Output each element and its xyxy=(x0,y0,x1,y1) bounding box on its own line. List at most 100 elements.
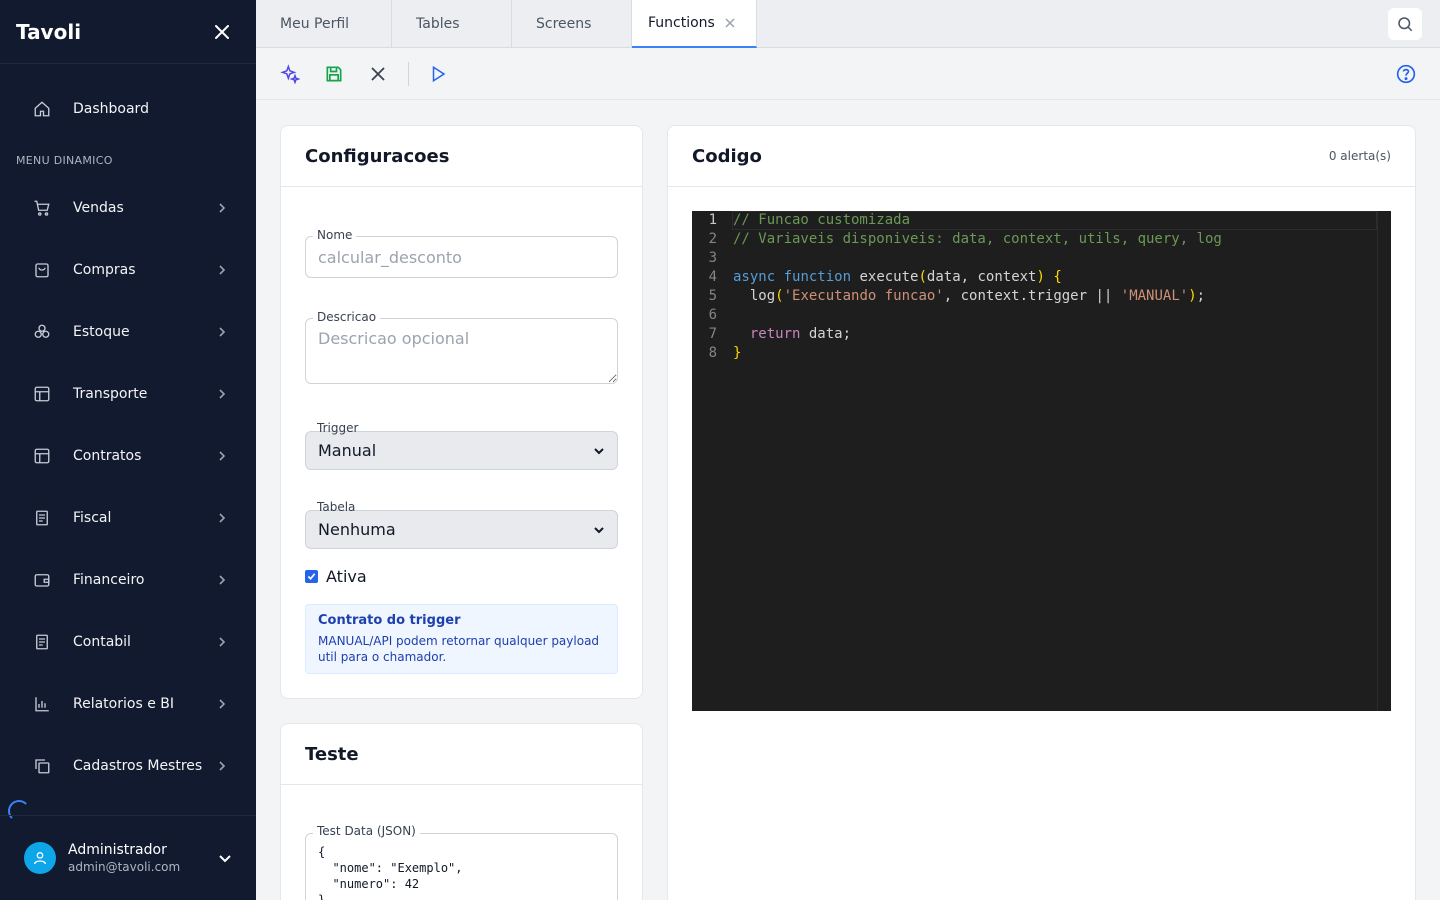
user-email: admin@tavoli.com xyxy=(68,860,181,874)
tab-functions[interactable]: Functions xyxy=(632,0,757,48)
sidebar-item-dashboard[interactable]: Dashboard xyxy=(0,88,256,130)
line-number: 7 xyxy=(708,326,717,342)
sidebar-item-label: Transporte xyxy=(73,386,148,402)
line-number: 3 xyxy=(708,250,717,266)
code-editor[interactable]: 1 // Funcao customizada 2 // Variaveis d… xyxy=(692,211,1391,711)
card-header: Teste xyxy=(281,724,642,785)
trigger-info-box: Contrato do trigger MANUAL/API podem ret… xyxy=(305,604,618,674)
sidebar-item-vendas[interactable]: Vendas xyxy=(0,177,256,239)
receipt-icon xyxy=(32,508,52,528)
tab-label: Meu Perfil xyxy=(280,16,350,32)
user-menu[interactable]: Administrador admin@tavoli.com xyxy=(0,815,256,900)
user-name: Administrador xyxy=(68,842,167,858)
home-icon xyxy=(32,99,52,119)
sidebar-item-label: Contabil xyxy=(73,634,131,650)
brand-logo: Tavoli xyxy=(16,19,82,44)
card-header: Configuracoes xyxy=(281,126,642,187)
sidebar-item-contratos[interactable]: Contratos xyxy=(0,425,256,487)
sidebar-item-contabil[interactable]: Contabil xyxy=(0,611,256,673)
close-icon xyxy=(371,67,385,81)
cart-icon xyxy=(32,198,52,218)
layout-icon xyxy=(32,446,52,466)
line-number: 5 xyxy=(708,288,717,304)
wallet-icon xyxy=(32,570,52,590)
code-line: 2 // Variaveis disponiveis: data, contex… xyxy=(692,230,1391,249)
user-icon xyxy=(34,852,46,865)
sidebar-item-transporte[interactable]: Transporte xyxy=(0,363,256,425)
sidebar-item-compras[interactable]: Compras xyxy=(0,239,256,301)
teste-card: Teste Test Data (JSON) { "nome": "Exempl… xyxy=(280,723,643,900)
nome-field: Nome xyxy=(305,228,618,278)
chevron-down-icon[interactable] xyxy=(218,851,232,865)
sidebar-item-label: Contratos xyxy=(73,448,142,464)
line-number: 2 xyxy=(708,231,717,247)
help-icon xyxy=(1396,64,1416,84)
toolbar-divider xyxy=(408,62,409,86)
sidebar-item-cadastros[interactable]: Cadastros Mestres xyxy=(0,735,256,797)
tab-bar: Meu Perfil Tables Screens Functions xyxy=(256,0,1440,48)
trigger-field: Trigger Manual xyxy=(305,421,618,470)
code-text: } xyxy=(733,345,742,361)
save-icon xyxy=(326,66,342,82)
sidebar-section-title: MENU DINAMICO xyxy=(16,154,113,167)
sidebar-item-financeiro[interactable]: Financeiro xyxy=(0,549,256,611)
descricao-field: Descricao xyxy=(305,310,618,388)
sidebar-item-relatorios[interactable]: Relatorios e BI xyxy=(0,673,256,735)
descricao-input[interactable] xyxy=(305,318,618,384)
tab-label: Tables xyxy=(416,16,460,32)
ai-generate-button[interactable] xyxy=(279,63,301,85)
code-line: 7 return data; xyxy=(692,325,1391,344)
bar-chart-icon xyxy=(32,694,52,714)
tab-screens[interactable]: Screens xyxy=(512,0,632,48)
chevron-right-icon xyxy=(216,760,228,772)
alerts-count: 0 alerta(s) xyxy=(1328,149,1391,163)
card-title: Codigo xyxy=(692,145,762,167)
line-number: 6 xyxy=(708,307,717,323)
layout-icon xyxy=(32,384,52,404)
close-tab-icon[interactable] xyxy=(725,18,735,28)
line-number: 1 xyxy=(708,212,717,228)
card-title: Configuracoes xyxy=(305,145,450,167)
trigger-value: Manual xyxy=(318,441,377,460)
sidebar-item-estoque[interactable]: Estoque xyxy=(0,301,256,363)
field-label: Test Data (JSON) xyxy=(313,824,420,838)
tabela-select[interactable]: Nenhuma xyxy=(305,510,618,549)
chevron-right-icon xyxy=(216,388,228,400)
tab-label: Screens xyxy=(536,16,592,32)
card-title: Teste xyxy=(305,743,359,765)
field-label: Nome xyxy=(313,228,357,242)
save-button[interactable] xyxy=(323,63,345,85)
info-title: Contrato do trigger xyxy=(318,613,461,628)
sidebar-item-label: Fiscal xyxy=(73,510,112,526)
trigger-select[interactable]: Manual xyxy=(305,431,618,470)
sidebar-item-fiscal[interactable]: Fiscal xyxy=(0,487,256,549)
ativa-checkbox-row[interactable]: Ativa xyxy=(305,567,367,586)
field-label: Tabela xyxy=(317,500,356,514)
chevron-down-icon xyxy=(594,526,604,533)
help-button[interactable] xyxy=(1395,63,1417,85)
field-label: Trigger xyxy=(317,421,359,435)
ativa-checkbox[interactable] xyxy=(305,570,318,583)
nome-input[interactable] xyxy=(305,236,618,278)
chevron-right-icon xyxy=(216,698,228,710)
user-info: Administrador admin@tavoli.com xyxy=(68,842,218,874)
cancel-button[interactable] xyxy=(367,63,389,85)
sidebar-item-label: Financeiro xyxy=(73,572,145,588)
close-icon xyxy=(215,24,229,39)
ativa-label: Ativa xyxy=(326,567,367,586)
line-number: 8 xyxy=(708,345,717,361)
tab-meu-perfil[interactable]: Meu Perfil xyxy=(256,0,392,48)
chevron-down-icon xyxy=(594,447,604,454)
code-line: 8 } xyxy=(692,344,1391,363)
run-button[interactable] xyxy=(427,63,449,85)
tabela-field: Tabela Nenhuma xyxy=(305,500,618,549)
close-sidebar-button[interactable] xyxy=(212,22,232,42)
chevron-right-icon xyxy=(216,636,228,648)
line-number: 4 xyxy=(708,269,717,285)
tab-tables[interactable]: Tables xyxy=(392,0,512,48)
search-button[interactable] xyxy=(1388,8,1422,40)
test-data-input[interactable]: { "nome": "Exemplo", "numero": 42 } xyxy=(305,833,618,900)
sidebar-header: Tavoli xyxy=(0,0,256,64)
code-line: 3 xyxy=(692,249,1391,268)
sidebar-item-label: Cadastros Mestres xyxy=(73,758,203,774)
